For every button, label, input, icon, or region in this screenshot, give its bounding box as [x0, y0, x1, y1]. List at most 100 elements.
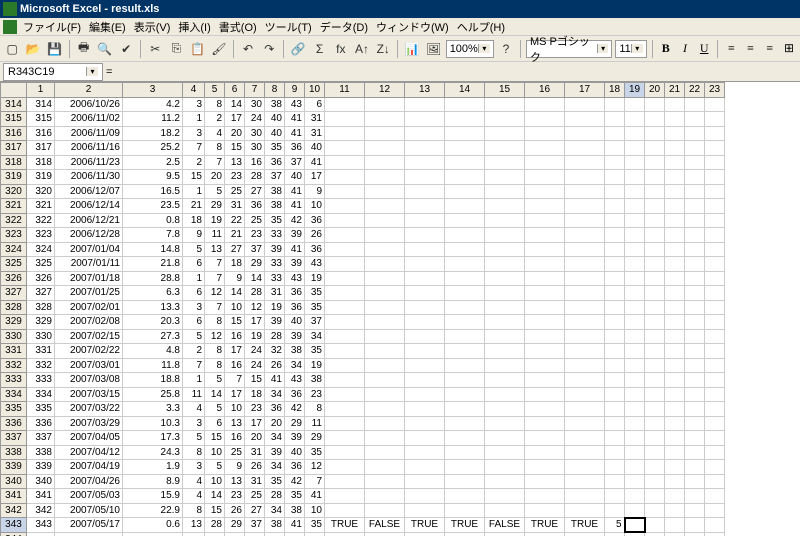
- cell-r339c17[interactable]: [565, 460, 605, 475]
- cell-r326c8[interactable]: 33: [265, 271, 285, 286]
- menu-bar[interactable]: ファイル(F) 編集(E) 表示(V) 挿入(I) 書式(O) ツール(T) デ…: [0, 18, 800, 36]
- cell-r343c7[interactable]: 37: [245, 518, 265, 533]
- cell-r324c20[interactable]: [645, 242, 665, 257]
- cell-r337c5[interactable]: 15: [205, 431, 225, 446]
- cell-r336c21[interactable]: [665, 416, 685, 431]
- cell-r331c4[interactable]: 2: [183, 344, 205, 359]
- cell-r322c2[interactable]: 2006/12/21: [55, 213, 123, 228]
- fontsize-select[interactable]: 11▾: [615, 40, 646, 58]
- cell-r339c11[interactable]: [325, 460, 365, 475]
- cell-r332c9[interactable]: 34: [285, 358, 305, 373]
- cell-r331c21[interactable]: [665, 344, 685, 359]
- cell-r315c18[interactable]: [605, 112, 625, 127]
- cell-r325c9[interactable]: 39: [285, 257, 305, 272]
- cell-r324c13[interactable]: [405, 242, 445, 257]
- cell-r327c23[interactable]: [705, 286, 725, 301]
- cell-r341c23[interactable]: [705, 489, 725, 504]
- cell-r315c22[interactable]: [685, 112, 705, 127]
- cell-r325c22[interactable]: [685, 257, 705, 272]
- cell-r335c16[interactable]: [525, 402, 565, 417]
- italic-button[interactable]: I: [677, 40, 693, 58]
- cell-r322c13[interactable]: [405, 213, 445, 228]
- cell-r324c16[interactable]: [525, 242, 565, 257]
- cell-r340c2[interactable]: 2007/04/26: [55, 474, 123, 489]
- fx-icon[interactable]: fx: [332, 39, 350, 59]
- cell-r344c5[interactable]: [205, 532, 225, 536]
- cell-r341c10[interactable]: 41: [305, 489, 325, 504]
- cell-r328c1[interactable]: 328: [27, 300, 55, 315]
- cell-r326c16[interactable]: [525, 271, 565, 286]
- cell-r337c15[interactable]: [485, 431, 525, 446]
- cell-r342c15[interactable]: [485, 503, 525, 518]
- cell-r342c1[interactable]: 342: [27, 503, 55, 518]
- cell-r332c20[interactable]: [645, 358, 665, 373]
- cell-r340c15[interactable]: [485, 474, 525, 489]
- cell-r324c14[interactable]: [445, 242, 485, 257]
- cell-r321c3[interactable]: 23.5: [123, 199, 183, 214]
- select-all[interactable]: [1, 83, 27, 98]
- cell-r339c20[interactable]: [645, 460, 665, 475]
- cell-r324c23[interactable]: [705, 242, 725, 257]
- cell-r328c12[interactable]: [365, 300, 405, 315]
- cell-r335c12[interactable]: [365, 402, 405, 417]
- col-header-2[interactable]: 2: [55, 83, 123, 98]
- cell-r324c9[interactable]: 41: [285, 242, 305, 257]
- cell-r332c22[interactable]: [685, 358, 705, 373]
- cell-r344c20[interactable]: [645, 532, 665, 536]
- cell-r329c6[interactable]: 15: [225, 315, 245, 330]
- row-header-322[interactable]: 322: [1, 213, 27, 228]
- cell-r336c23[interactable]: [705, 416, 725, 431]
- cell-r336c22[interactable]: [685, 416, 705, 431]
- cell-r320c22[interactable]: [685, 184, 705, 199]
- cell-r328c7[interactable]: 12: [245, 300, 265, 315]
- cell-r335c3[interactable]: 3.3: [123, 402, 183, 417]
- cell-r316c16[interactable]: [525, 126, 565, 141]
- help-icon[interactable]: ?: [497, 39, 515, 59]
- sum-icon[interactable]: Σ: [310, 39, 328, 59]
- cell-r334c22[interactable]: [685, 387, 705, 402]
- cell-r335c10[interactable]: 8: [305, 402, 325, 417]
- cell-r322c5[interactable]: 19: [205, 213, 225, 228]
- cell-r338c11[interactable]: [325, 445, 365, 460]
- cell-r326c9[interactable]: 43: [285, 271, 305, 286]
- cell-r327c11[interactable]: [325, 286, 365, 301]
- cell-r334c19[interactable]: [625, 387, 645, 402]
- chart-icon[interactable]: 📊: [403, 39, 421, 59]
- cell-r329c9[interactable]: 40: [285, 315, 305, 330]
- cell-r328c5[interactable]: 7: [205, 300, 225, 315]
- cell-r325c5[interactable]: 7: [205, 257, 225, 272]
- cell-r320c12[interactable]: [365, 184, 405, 199]
- cell-r332c6[interactable]: 16: [225, 358, 245, 373]
- row-header-323[interactable]: 323: [1, 228, 27, 243]
- cell-r332c4[interactable]: 7: [183, 358, 205, 373]
- cell-r339c3[interactable]: 1.9: [123, 460, 183, 475]
- cell-r327c8[interactable]: 31: [265, 286, 285, 301]
- cell-r328c16[interactable]: [525, 300, 565, 315]
- cell-r329c12[interactable]: [365, 315, 405, 330]
- cell-r319c11[interactable]: [325, 170, 365, 185]
- col-header-11[interactable]: 11: [325, 83, 365, 98]
- cell-r326c20[interactable]: [645, 271, 665, 286]
- row-header-326[interactable]: 326: [1, 271, 27, 286]
- cell-r327c19[interactable]: [625, 286, 645, 301]
- cell-r331c23[interactable]: [705, 344, 725, 359]
- cell-r324c4[interactable]: 5: [183, 242, 205, 257]
- cell-r315c12[interactable]: [365, 112, 405, 127]
- cell-r341c20[interactable]: [645, 489, 665, 504]
- cell-r316c8[interactable]: 40: [265, 126, 285, 141]
- spell-icon[interactable]: ✔: [117, 39, 135, 59]
- cell-r327c13[interactable]: [405, 286, 445, 301]
- cell-r325c7[interactable]: 29: [245, 257, 265, 272]
- cell-r330c3[interactable]: 27.3: [123, 329, 183, 344]
- cell-r330c23[interactable]: [705, 329, 725, 344]
- col-header-3[interactable]: 3: [123, 83, 183, 98]
- cell-r329c10[interactable]: 37: [305, 315, 325, 330]
- col-header-21[interactable]: 21: [665, 83, 685, 98]
- cell-r332c18[interactable]: [605, 358, 625, 373]
- cell-r322c3[interactable]: 0.8: [123, 213, 183, 228]
- cell-r334c15[interactable]: [485, 387, 525, 402]
- cell-r337c2[interactable]: 2007/04/05: [55, 431, 123, 446]
- cell-r331c7[interactable]: 24: [245, 344, 265, 359]
- cell-r337c14[interactable]: [445, 431, 485, 446]
- cell-r318c23[interactable]: [705, 155, 725, 170]
